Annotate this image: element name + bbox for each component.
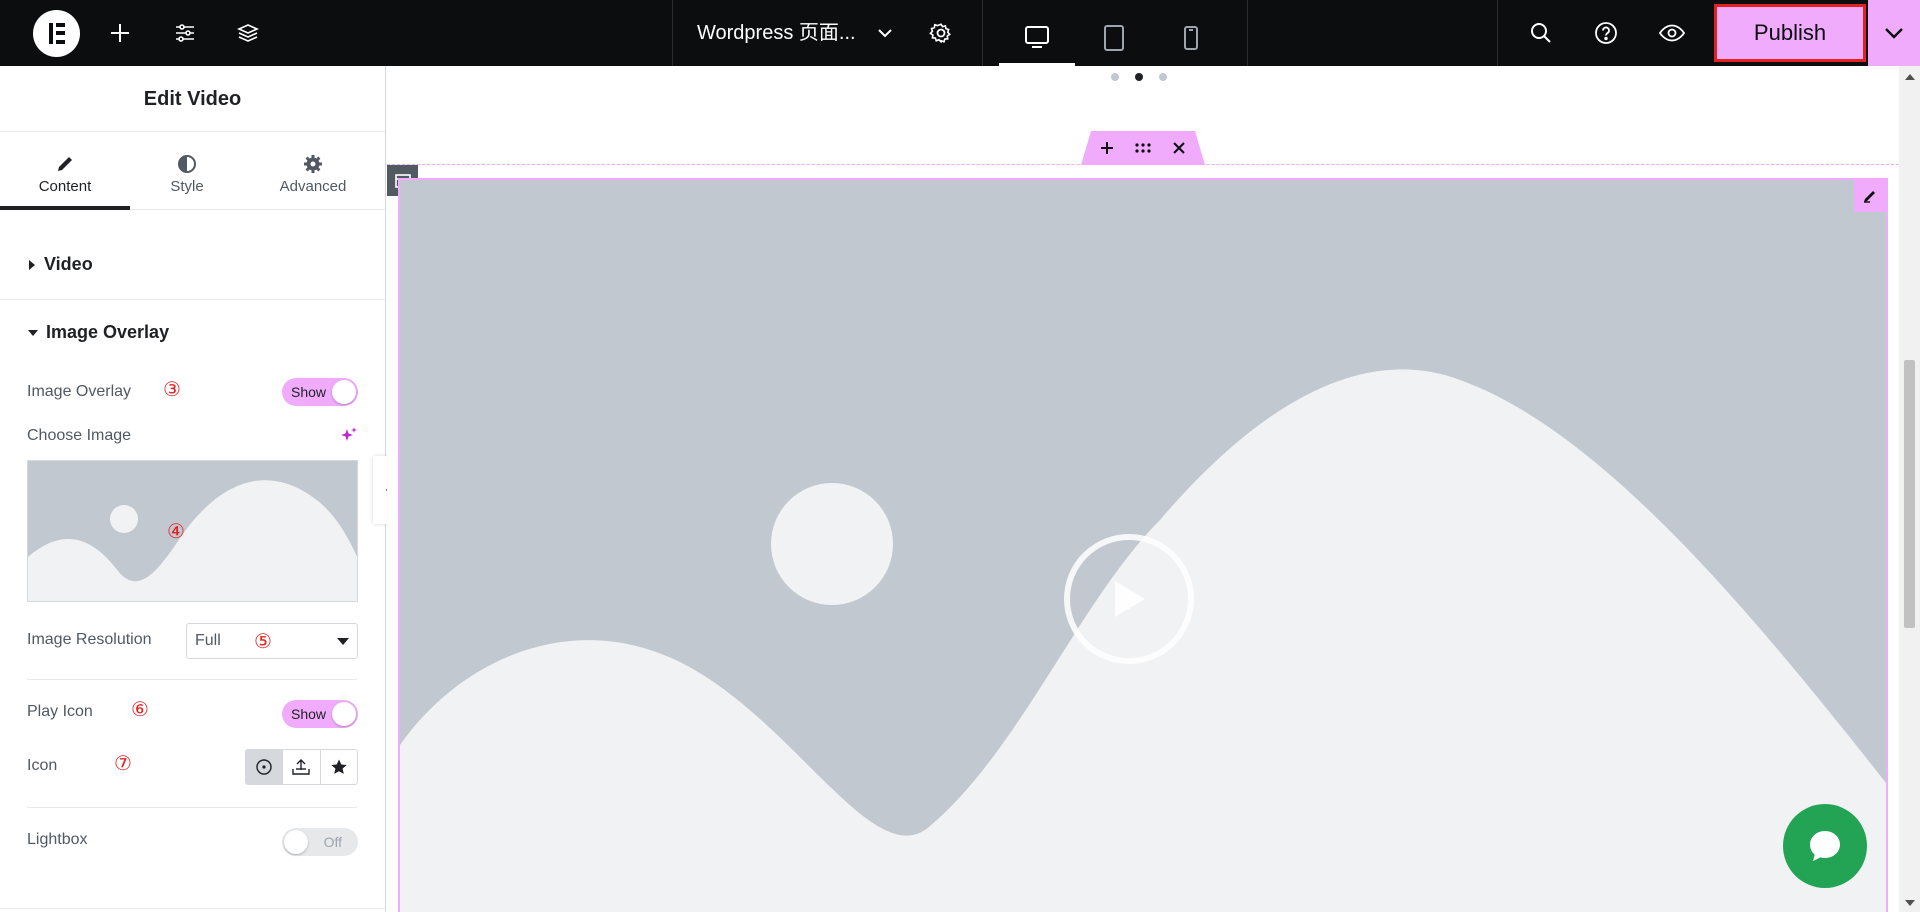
section-image-overlay-header[interactable]: Image Overlay [28,322,169,343]
mobile-device-icon[interactable] [1153,10,1229,66]
annotation-marker-6: ⑥ [131,699,149,721]
tab-content[interactable]: Content [0,132,130,210]
preview-canvas [387,66,1899,912]
pencil-icon [0,132,130,178]
toggle-knob [284,830,308,854]
image-overlay-toggle[interactable]: Show [282,378,358,406]
site-settings-icon[interactable] [165,13,205,53]
toggle-text: Show [291,706,327,722]
delete-section-close-icon[interactable] [1170,139,1188,157]
scroll-up-arrow-icon[interactable] [1905,74,1915,80]
vertical-scrollbar[interactable] [1899,66,1920,912]
edit-widget-pencil-icon[interactable] [1854,180,1886,212]
page-settings-gear-icon[interactable] [921,13,961,53]
carousel-dot[interactable] [1159,73,1167,81]
tab-label: Style [170,178,204,195]
icon-library-star-option[interactable] [321,750,357,784]
ai-sparkle-icon[interactable] [340,426,358,449]
tablet-device-icon[interactable] [1076,10,1152,66]
scrollbar-thumb[interactable] [1904,360,1915,628]
editor-panel: Edit Video Content Style Advanced Video [0,66,386,912]
divider [0,299,385,300]
add-element-icon[interactable] [100,13,140,53]
toggle-text: Show [291,384,327,400]
divider [672,0,673,66]
document-title[interactable]: Wordpress 页面... [697,0,856,66]
divider [1247,0,1248,66]
tab-label: Advanced [279,178,347,195]
contrast-icon [122,132,252,178]
image-resolution-select[interactable]: Full [186,623,358,659]
section-title: Image Overlay [46,322,170,342]
annotation-marker-4: ④ [167,521,185,543]
divider [982,0,983,66]
panel-tabs: Content Style Advanced [0,132,385,210]
toggle-knob [332,702,356,726]
add-section-plus-icon[interactable] [1098,139,1116,157]
lightbox-label: Lightbox [27,831,88,848]
drag-section-grid-icon[interactable] [1134,139,1152,157]
lightbox-toggle[interactable]: Off [282,828,358,856]
publish-options-chevron-icon[interactable] [1868,0,1920,66]
annotation-marker-3: ③ [163,379,181,401]
divider [27,679,357,680]
divider [27,807,357,808]
caret-down-icon [28,329,38,336]
carousel-dot-active[interactable] [1135,73,1143,81]
annotation-marker-7: ⑦ [114,753,132,775]
caret-right-icon [29,259,35,270]
editor-topbar: Wordpress 页面... Publish [0,0,1920,66]
play-icon-toggle[interactable]: Show [282,700,358,728]
play-icon-label: Play Icon [27,703,93,720]
choose-image-label: Choose Image [27,427,132,444]
panel-title: Edit Video [0,66,385,132]
caret-down-icon [337,638,349,645]
chat-bubble-icon[interactable] [1783,804,1867,888]
section-title: Video [44,254,93,274]
toggle-knob [332,380,356,404]
carousel-pagination [1111,73,1167,81]
search-icon[interactable] [1521,13,1561,53]
section-handle [1081,131,1205,165]
video-widget-overlay-image[interactable] [398,178,1888,912]
image-resolution-label: Image Resolution [27,631,152,648]
upload-svg-icon-option[interactable] [283,750,321,784]
publish-button[interactable]: Publish [1714,4,1866,62]
select-value: Full [195,632,221,649]
annotation-marker-5: ⑤ [254,631,272,653]
tab-advanced[interactable]: Advanced [248,132,378,210]
structure-layers-icon[interactable] [228,13,268,53]
section-video-header[interactable]: Video [28,254,93,275]
play-button-icon[interactable] [1064,534,1194,664]
divider [1497,0,1498,66]
carousel-dot[interactable] [1111,73,1119,81]
icon-choice-group [245,749,358,785]
divider [0,908,385,909]
tab-style[interactable]: Style [122,132,252,210]
tab-label: Content [38,178,92,195]
desktop-device-icon[interactable] [999,10,1075,66]
preview-eye-icon[interactable] [1652,13,1692,53]
default-play-icon-option[interactable] [246,750,284,784]
scroll-down-arrow-icon[interactable] [1905,900,1915,906]
image-placeholder-thumbnail[interactable] [27,460,358,602]
toggle-text: Off [323,834,342,850]
chevron-down-icon[interactable] [865,13,905,53]
image-overlay-label: Image Overlay [27,383,132,400]
help-icon[interactable] [1586,13,1626,53]
icon-label: Icon [27,757,58,774]
elementor-logo-icon[interactable] [33,10,80,57]
gear-icon [248,132,378,178]
